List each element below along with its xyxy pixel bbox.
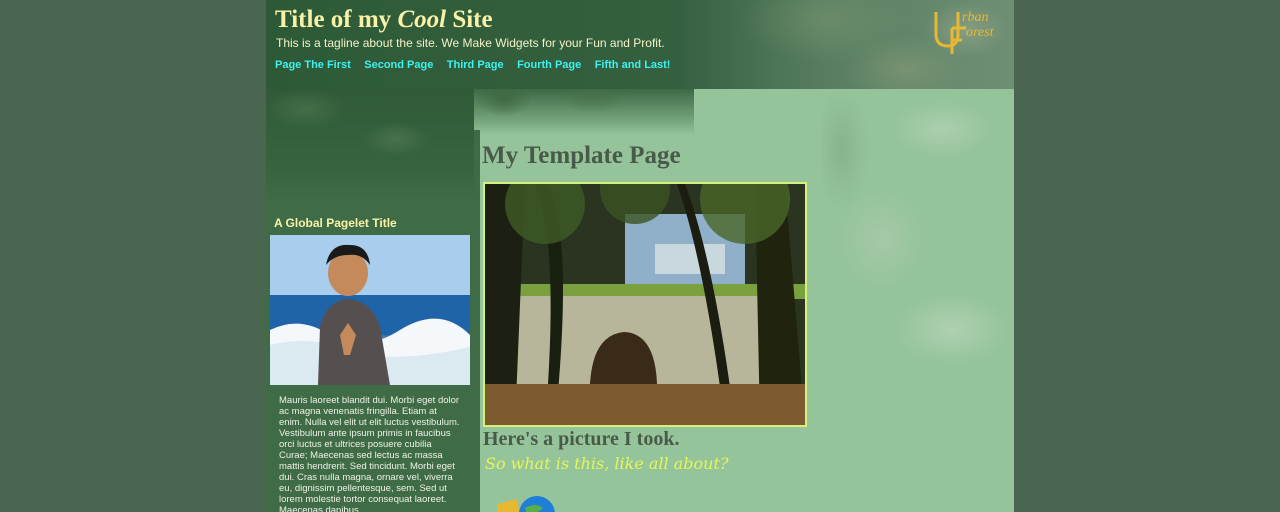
nav-link-page-2[interactable]: Second Page bbox=[364, 59, 433, 71]
logo-text-forest: orest bbox=[966, 25, 995, 40]
site-header: Title of my Cool Site This is a tagline … bbox=[266, 0, 1014, 89]
sidebar: A Global Pagelet Title Mauris laoreet bl… bbox=[266, 199, 474, 512]
main-photo[interactable] bbox=[483, 182, 807, 427]
top-foliage-decoration bbox=[474, 89, 694, 135]
site-title[interactable]: Title of my Cool Site bbox=[275, 6, 493, 34]
urban-forest-logo[interactable]: rban orest bbox=[928, 6, 1008, 56]
photo-caption: Here's a picture I took. bbox=[483, 428, 680, 450]
nav-link-page-3[interactable]: Third Page bbox=[447, 59, 504, 71]
nav-link-page-1[interactable]: Page The First bbox=[275, 59, 351, 71]
left-foliage-decoration bbox=[266, 89, 474, 199]
logo-text-urban: rban bbox=[962, 10, 988, 25]
pagelet-title: A Global Pagelet Title bbox=[274, 216, 397, 230]
site-tagline: This is a tagline about the site. We Mak… bbox=[276, 36, 665, 50]
right-foliage-decoration bbox=[822, 89, 1014, 369]
pagelet-body-text: Mauris laoreet blandit dui. Morbi eget d… bbox=[279, 395, 460, 512]
pagelet-image[interactable] bbox=[270, 235, 470, 385]
page-title: My Template Page bbox=[482, 142, 681, 169]
photo-subcaption: So what is this, like all about? bbox=[485, 454, 729, 473]
globe-icon bbox=[497, 496, 555, 512]
main-nav: Page The First Second Page Third Page Fo… bbox=[275, 55, 679, 73]
nav-link-page-4[interactable]: Fourth Page bbox=[517, 59, 581, 71]
column-divider bbox=[474, 130, 480, 512]
nav-link-page-5[interactable]: Fifth and Last! bbox=[595, 59, 671, 71]
page-container: Title of my Cool Site This is a tagline … bbox=[266, 0, 1014, 512]
